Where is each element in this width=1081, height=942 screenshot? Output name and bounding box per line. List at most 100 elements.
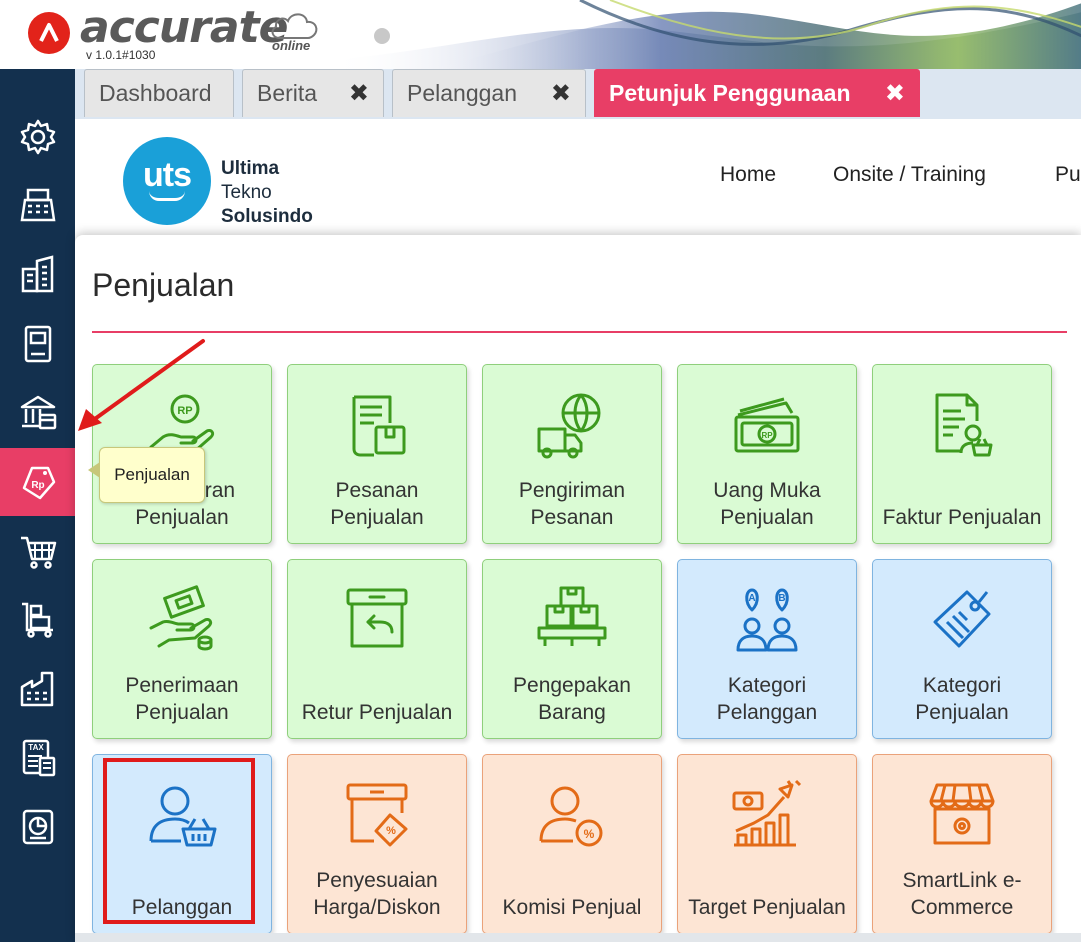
order-document-icon [352, 395, 406, 457]
tab-label: Dashboard [99, 80, 212, 106]
sidebar-item-company[interactable] [0, 241, 75, 309]
tab-berita[interactable]: Berita ✖ [242, 69, 384, 117]
uts-logo: uts [123, 137, 211, 225]
online-store-icon [929, 783, 995, 845]
card-label: Retur Penjualan [301, 701, 453, 724]
factory-icon [20, 671, 53, 707]
delivery-truck-icon [537, 393, 601, 459]
svg-text:B: B [778, 593, 785, 604]
app-version: v 1.0.1#1030 [86, 48, 156, 62]
card-kategori-penjualan[interactable]: Kategori Penjualan [872, 559, 1052, 739]
card-penyesuaian-harga-diskon[interactable]: % Penyesuaian Harga/Diskon [287, 754, 467, 934]
card-kategori-pelanggan[interactable]: A B Kategori Pelanggan [677, 559, 857, 739]
card-label: Uang Muka Penjualan [713, 479, 821, 529]
customer-category-icon: A B [736, 588, 798, 652]
uts-brand-name: Ultima Tekno Solusindo [221, 157, 313, 229]
return-box-icon [346, 588, 408, 648]
annotation-arrow [78, 339, 205, 431]
bank-icon [20, 395, 56, 430]
card-pesanan-penjualan[interactable]: Pesanan Penjualan [287, 364, 467, 544]
svg-text:%: % [584, 827, 595, 841]
ledger-book-icon [24, 325, 51, 363]
tab-bar: Dashboard Berita ✖ Pelanggan ✖ Petunjuk … [75, 69, 1081, 119]
title-divider [92, 331, 1067, 333]
report-chart-icon [22, 809, 53, 845]
tab-pelanggan[interactable]: Pelanggan ✖ [392, 69, 586, 117]
smile-icon [149, 191, 185, 201]
inventory-cart-icon [21, 602, 53, 638]
tab-petunjuk-penggunaan[interactable]: Petunjuk Penggunaan ✖ [594, 69, 920, 117]
card-label: Target Penjualan [688, 896, 846, 919]
sidebar-tooltip: Penjualan [88, 447, 205, 503]
app-header: accurate online v 1.0.1#1030 [0, 0, 1081, 69]
card-faktur-penjualan[interactable]: Faktur Penjualan [872, 364, 1052, 544]
sidebar-item-tax[interactable]: TAX [0, 724, 75, 792]
cash-register-icon [20, 188, 55, 222]
card-retur-penjualan[interactable]: Retur Penjualan [287, 559, 467, 739]
nav-link-home[interactable]: Home [720, 163, 776, 187]
app-logo-suffix: online [272, 38, 311, 53]
brand-line: Solusindo [221, 206, 313, 227]
sidebar-item-cash-register[interactable] [0, 172, 75, 240]
card-pengiriman-pesanan[interactable]: Pengiriman Pesanan [482, 364, 662, 544]
svg-text:%: % [386, 825, 396, 837]
sidebar-item-sales[interactable]: Rp [0, 448, 75, 516]
panel-title: Penjualan [92, 267, 235, 303]
cloud-icon [271, 13, 318, 39]
sidebar-item-purchase[interactable] [0, 517, 75, 585]
sidebar-item-inventory[interactable] [0, 586, 75, 654]
card-smartlink-ecommerce[interactable]: SmartLink e-Commerce [872, 754, 1052, 934]
card-label: Pengepakan Barang [513, 674, 631, 724]
uts-logo-text: uts [143, 155, 192, 194]
card-label: Faktur Penjualan [882, 506, 1042, 529]
close-icon[interactable]: ✖ [885, 79, 905, 108]
brand-line: Tekno [221, 182, 272, 203]
main-sidebar: Rp TAX [0, 69, 75, 942]
close-icon[interactable]: ✖ [551, 79, 571, 108]
tab-dashboard[interactable]: Dashboard [84, 69, 234, 117]
tax-document-icon: TAX [22, 739, 55, 777]
svg-text:A: A [748, 593, 755, 604]
app-logo-text: accurate [80, 2, 288, 53]
card-penerimaan-penjualan[interactable]: Penerimaan Penjualan [92, 559, 272, 739]
sidebar-item-bank[interactable] [0, 379, 75, 447]
invoice-customer-icon [935, 393, 993, 457]
sidebar-item-reports[interactable] [0, 793, 75, 861]
card-label: Pengiriman Pesanan [518, 479, 626, 529]
svg-text:RP: RP [761, 431, 773, 440]
horizontal-scrollbar[interactable] [75, 933, 1081, 942]
gear-icon [20, 119, 55, 155]
connection-status-indicator [374, 28, 390, 44]
card-label: Penerimaan Penjualan [125, 674, 239, 724]
close-icon[interactable]: ✖ [349, 79, 369, 108]
card-pengepakan-barang[interactable]: Pengepakan Barang [482, 559, 662, 739]
header-wave-decoration [330, 0, 1081, 69]
tab-label: Pelanggan [407, 80, 517, 106]
sales-commission-icon: % [539, 786, 603, 847]
card-label: Kategori Penjualan [915, 674, 1009, 724]
sales-tag-icon: Rp [22, 466, 55, 500]
growth-target-icon [732, 779, 802, 847]
card-label: Kategori Pelanggan [716, 674, 818, 724]
brand-line: Ultima [221, 158, 280, 179]
card-uang-muka-penjualan[interactable]: RP Uang Muka Penjualan [677, 364, 857, 544]
card-komisi-penjual[interactable]: % Komisi Penjual [482, 754, 662, 934]
card-target-penjualan[interactable]: Target Penjualan [677, 754, 857, 934]
nav-link-onsite-training[interactable]: Onsite / Training [833, 163, 986, 187]
banknote-stack-icon: RP [734, 397, 800, 453]
tab-label: Petunjuk Penggunaan [609, 80, 851, 106]
svg-text:TAX: TAX [28, 743, 44, 752]
sidebar-item-manufacture[interactable] [0, 655, 75, 723]
card-label: Komisi Penjual [502, 896, 642, 919]
building-icon [21, 255, 53, 293]
card-label: Pesanan Penjualan [330, 479, 424, 529]
tab-label: Berita [257, 80, 318, 106]
price-tag-icon [933, 590, 991, 648]
card-label: Penyesuaian Harga/Diskon [313, 869, 441, 919]
sidebar-item-ledger[interactable] [0, 310, 75, 378]
hand-money-icon [149, 585, 213, 651]
sidebar-item-settings[interactable] [0, 103, 75, 171]
annotation-highlight-box [103, 758, 255, 924]
shopping-cart-icon [20, 536, 56, 569]
nav-link-partial[interactable]: Pu [1055, 163, 1081, 187]
